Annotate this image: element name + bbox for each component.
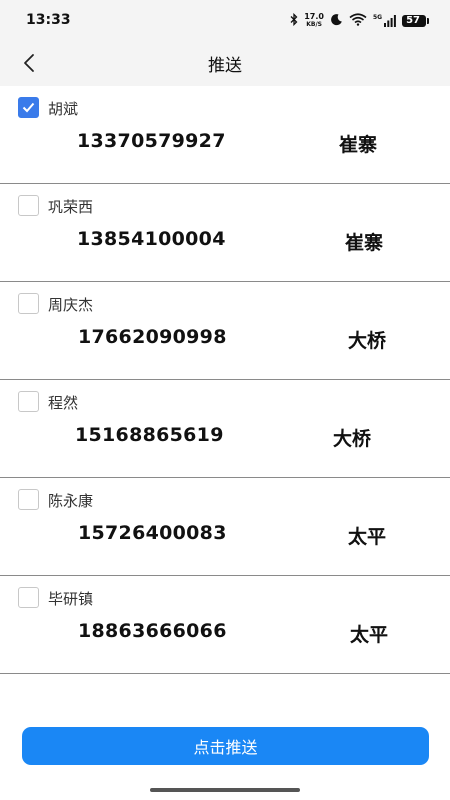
- contact-name: 巩荣西: [48, 198, 94, 216]
- contact-place: 大桥: [348, 330, 387, 352]
- contact-name: 周庆杰: [48, 296, 94, 314]
- contact-phone: 18863666066: [78, 620, 227, 642]
- status-time: 13:33: [26, 12, 71, 28]
- net-speed: 17.0 KB/S: [304, 13, 324, 29]
- list-item[interactable]: 胡斌 13370579927 崔寨: [0, 86, 450, 184]
- contact-phone: 17662090998: [78, 326, 227, 348]
- checkbox[interactable]: [18, 489, 39, 510]
- contact-name: 陈永康: [48, 492, 94, 510]
- signal-icon: 5G: [373, 15, 396, 27]
- contact-phone: 13854100004: [77, 228, 226, 250]
- status-icons: 17.0 KB/S 5G 57: [290, 11, 429, 31]
- contact-name: 毕研镇: [48, 590, 94, 608]
- contact-place: 崔寨: [345, 232, 384, 254]
- net-speed-value: 17.0: [304, 12, 324, 21]
- battery-icon: 57: [402, 15, 429, 27]
- contact-phone: 15168865619: [75, 424, 224, 446]
- network-type-label: 5G: [372, 14, 383, 21]
- contact-phone: 15726400083: [78, 522, 227, 544]
- contact-name: 程然: [48, 394, 79, 412]
- checkbox[interactable]: [18, 391, 39, 412]
- contact-list: 胡斌 13370579927 崔寨 巩荣西 13854100004 崔寨 周庆杰…: [0, 86, 450, 674]
- moon-icon: [330, 13, 343, 29]
- wifi-icon: [349, 13, 367, 29]
- contact-name: 胡斌: [48, 100, 79, 118]
- checkbox[interactable]: [18, 587, 39, 608]
- home-indicator[interactable]: [150, 788, 300, 792]
- contact-place: 太平: [348, 526, 387, 548]
- status-bar: 13:33 17.0 KB/S 5G 57: [0, 0, 450, 40]
- checkbox[interactable]: [18, 293, 39, 314]
- contact-place: 崔寨: [339, 134, 378, 156]
- contact-phone: 13370579927: [77, 130, 226, 152]
- page-title: 推送: [208, 56, 242, 76]
- checkbox[interactable]: [18, 195, 39, 216]
- list-item[interactable]: 周庆杰 17662090998 大桥: [0, 282, 450, 380]
- app-header: 推送: [0, 40, 450, 86]
- push-button[interactable]: 点击推送: [22, 727, 429, 765]
- checkbox-checked[interactable]: [18, 97, 39, 118]
- list-item[interactable]: 毕研镇 18863666066 太平: [0, 576, 450, 674]
- contact-place: 太平: [350, 624, 389, 646]
- contact-place: 大桥: [333, 428, 372, 450]
- list-item[interactable]: 陈永康 15726400083 太平: [0, 478, 450, 576]
- list-item[interactable]: 程然 15168865619 大桥: [0, 380, 450, 478]
- checkmark-icon: [22, 102, 35, 113]
- bluetooth-icon: [290, 12, 298, 29]
- net-speed-unit: KB/S: [306, 21, 322, 28]
- list-item[interactable]: 巩荣西 13854100004 崔寨: [0, 184, 450, 282]
